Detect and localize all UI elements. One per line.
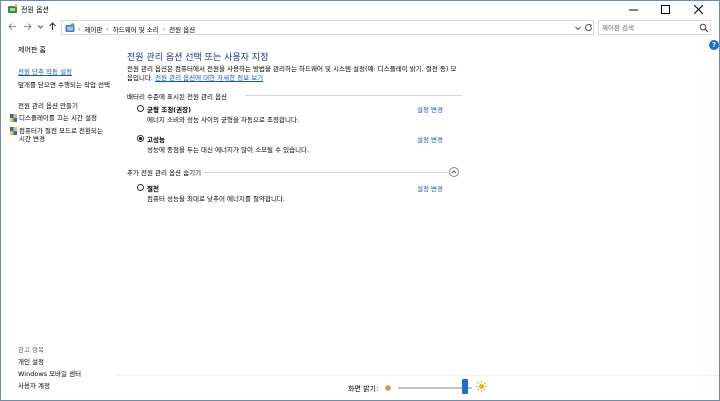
arrow-left-icon — [8, 23, 16, 30]
battery-plans-heading: 배터리 수준에 표시된 전원 관리 옵션 — [127, 93, 228, 101]
shield-icon — [10, 127, 17, 135]
back-button[interactable] — [7, 21, 18, 32]
brightness-slider[interactable] — [398, 387, 472, 389]
breadcrumb-separator-icon[interactable]: › — [163, 26, 165, 33]
control-panel-home-link[interactable]: 제어판 홈 — [18, 45, 46, 55]
close-icon — [693, 5, 703, 14]
address-dropdown-icon[interactable] — [573, 23, 583, 33]
plan-balanced-description: 에너지 소비와 성능 사이의 균형을 자동으로 조정합니다. — [147, 116, 300, 124]
task-pane: 제어판 홈 전원 단추 작동 설정 덮개를 닫으면 수행되는 작업 선택 전원 … — [1, 37, 116, 400]
page-description: 전원 관리 옵션은 컴퓨터에서 전원을 사용하는 방법을 관리하는 하드웨어 및… — [127, 65, 457, 82]
breadcrumb-separator-icon: › — [78, 25, 81, 33]
breadcrumb: › 제어판 › 하드웨어 및 소리 › 전원 옵션 — [78, 24, 195, 35]
address-bar[interactable]: › 제어판 › 하드웨어 및 소리 › 전원 옵션 — [61, 20, 594, 35]
control-panel-icon — [65, 23, 75, 32]
breadcrumb-separator-icon[interactable]: › — [106, 26, 108, 33]
forward-button[interactable] — [22, 21, 33, 32]
maximize-icon — [660, 5, 670, 14]
up-button[interactable] — [47, 21, 58, 32]
plan-high-performance-description: 성능에 중점을 두는 대신 에너지가 많이 소모될 수 있습니다. — [147, 146, 310, 154]
plan-balanced-name[interactable]: 균형 조정(권장) — [147, 104, 191, 114]
brightness-label: 화면 밝기: — [348, 385, 379, 393]
minimize-icon — [628, 9, 638, 11]
page-title: 전원 관리 옵션 선택 또는 사용자 지정 — [127, 53, 269, 63]
recent-locations-button[interactable] — [35, 21, 46, 32]
close-button[interactable] — [684, 1, 712, 18]
plan-power-saver-radio[interactable] — [137, 184, 144, 191]
search-box[interactable] — [598, 20, 711, 35]
chevron-down-icon — [37, 25, 44, 29]
breadcrumb-power-options[interactable]: 전원 옵션 — [169, 24, 195, 34]
sidebar-item-label: 컴퓨터가 절전 모드로 전환되는 시간 변경 — [19, 127, 103, 143]
shield-icon — [10, 114, 17, 122]
plan-balanced-change-settings[interactable]: 설정 변경 — [417, 104, 443, 114]
plan-power-saver-change-settings[interactable]: 설정 변경 — [417, 183, 443, 193]
section-divider — [245, 95, 463, 96]
plan-high-performance-radio[interactable] — [137, 135, 144, 142]
power-options-icon — [8, 4, 17, 13]
sidebar-item-power-button[interactable]: 전원 단추 작동 설정 — [18, 68, 113, 76]
navigation-bar: › 제어판 › 하드웨어 및 소리 › 전원 옵션 — [1, 18, 719, 36]
plan-high-performance-change-settings[interactable]: 설정 변경 — [417, 134, 443, 144]
sidebar-item-label: 디스플레이를 끄는 시간 설정 — [19, 114, 97, 122]
see-also-mobility-center[interactable]: Windows 모바일 센터 — [18, 368, 81, 378]
plan-balanced-radio[interactable] — [137, 105, 144, 112]
see-also-personalization[interactable]: 개인 설정 — [18, 356, 44, 366]
plan-power-saver-name[interactable]: 절전 — [147, 183, 159, 193]
sidebar-item-create-plan[interactable]: 전원 관리 옵션 만들기 — [18, 102, 113, 110]
see-also-heading: 참고 항목 — [18, 346, 44, 354]
sidebar-item-display-off[interactable]: 디스플레이를 끄는 시간 설정 — [10, 114, 106, 122]
brightness-slider-thumb[interactable] — [461, 379, 468, 394]
breadcrumb-control-panel[interactable]: 제어판 — [84, 24, 102, 34]
bright-sun-icon — [476, 381, 487, 392]
plan-power-saver-description: 컴퓨터 성능을 최대로 낮추어 에너지를 절약합니다. — [147, 195, 285, 203]
search-input[interactable] — [602, 22, 694, 33]
sidebar-item-lid-close[interactable]: 덮개를 닫으면 수행되는 작업 선택 — [18, 81, 113, 89]
arrow-right-icon — [24, 23, 32, 30]
more-info-link[interactable]: 전원 관리 옵션에 대한 자세한 정보 보기 — [155, 74, 263, 82]
dim-sun-icon — [385, 385, 391, 391]
breadcrumb-hardware-sound[interactable]: 하드웨어 및 소리 — [113, 24, 159, 34]
sidebar-item-sleep-time[interactable]: 컴퓨터가 절전 모드로 전환되는 시간 변경 — [10, 127, 106, 143]
help-icon[interactable]: ? — [709, 40, 719, 50]
title-bar: 전원 옵션 — [1, 1, 719, 18]
minimize-button[interactable] — [619, 1, 647, 18]
maximize-button[interactable] — [651, 1, 679, 18]
window-title: 전원 옵션 — [21, 6, 49, 14]
collapse-button[interactable] — [449, 167, 459, 177]
see-also-user-accounts[interactable]: 사용자 계정 — [18, 380, 50, 390]
brightness-bar: 화면 밝기: — [116, 375, 719, 400]
refresh-icon[interactable] — [583, 22, 594, 33]
arrow-up-icon — [49, 22, 56, 30]
additional-plans-toggle-label[interactable]: 추가 전원 관리 옵션 숨기기 — [127, 167, 201, 177]
search-icon[interactable] — [699, 23, 709, 33]
plan-high-performance-name[interactable]: 고성능 — [147, 134, 165, 144]
section-divider — [203, 172, 448, 173]
chevron-up-icon — [451, 170, 457, 174]
power-options-window: 전원 옵션 › 제어판 › 하드웨어 및 소리 › 전원 옵션 제어판 검색 ?… — [0, 0, 720, 401]
